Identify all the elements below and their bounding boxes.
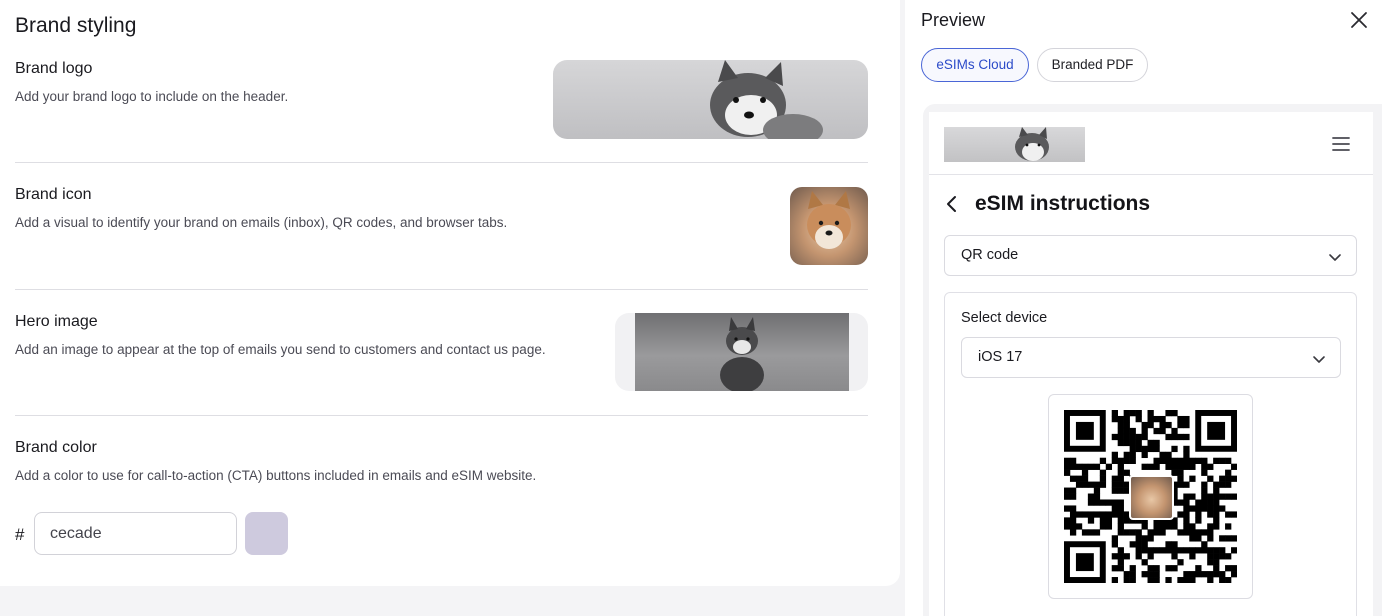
select-device-label: Select device bbox=[961, 310, 1048, 326]
preview-panel: Preview eSIMs Cloud Branded PDF eSIM ins… bbox=[905, 0, 1382, 616]
device-card: Select device iOS 17 bbox=[944, 292, 1357, 616]
hex-prefix: # bbox=[15, 525, 25, 544]
divider bbox=[15, 289, 868, 290]
brand-color-swatch[interactable] bbox=[245, 512, 288, 555]
chevron-down-icon bbox=[1328, 250, 1342, 262]
brand-styling-card: Brand styling Brand logo Add your brand … bbox=[0, 0, 900, 586]
device-value: iOS 17 bbox=[978, 349, 1023, 365]
preview-title: Preview bbox=[921, 10, 986, 30]
esim-instructions-heading: eSIM instructions bbox=[975, 192, 1151, 215]
tab-branded-pdf[interactable]: Branded PDF bbox=[1037, 48, 1148, 82]
hero-image bbox=[635, 313, 849, 391]
brand-icon-image[interactable] bbox=[790, 187, 868, 265]
brand-logo-image[interactable] bbox=[553, 60, 868, 139]
hamburger-menu-icon[interactable] bbox=[1332, 136, 1350, 152]
page-title: Brand styling bbox=[15, 14, 137, 37]
hero-image-thumbnail[interactable] bbox=[615, 313, 868, 391]
device-dropdown[interactable]: iOS 17 bbox=[961, 337, 1341, 378]
close-icon[interactable] bbox=[1347, 8, 1371, 32]
tab-esims-cloud[interactable]: eSIMs Cloud bbox=[921, 48, 1029, 82]
brand-color-description: Add a color to use for call-to-action (C… bbox=[15, 468, 537, 483]
chevron-down-icon bbox=[1312, 352, 1326, 364]
brand-icon-title: Brand icon bbox=[15, 186, 92, 203]
install-method-value: QR code bbox=[961, 247, 1019, 263]
preview-brand-logo bbox=[944, 127, 1085, 162]
brand-color-section: Brand color Add a color to use for call-… bbox=[15, 439, 868, 483]
qr-brand-icon bbox=[1129, 475, 1174, 520]
brand-color-title: Brand color bbox=[15, 439, 97, 456]
divider bbox=[15, 162, 868, 163]
header-divider bbox=[929, 174, 1373, 175]
brand-icon-description: Add a visual to identify your brand on e… bbox=[15, 215, 508, 230]
qr-code bbox=[1048, 394, 1253, 599]
divider bbox=[15, 415, 868, 416]
install-method-dropdown[interactable]: QR code bbox=[944, 235, 1357, 276]
esim-website-preview: eSIM instructions QR code Select device … bbox=[929, 112, 1373, 616]
brand-color-input[interactable] bbox=[34, 512, 237, 555]
brand-icon-section: Brand icon Add a visual to identify your… bbox=[15, 186, 868, 230]
chevron-left-icon[interactable] bbox=[943, 194, 961, 214]
